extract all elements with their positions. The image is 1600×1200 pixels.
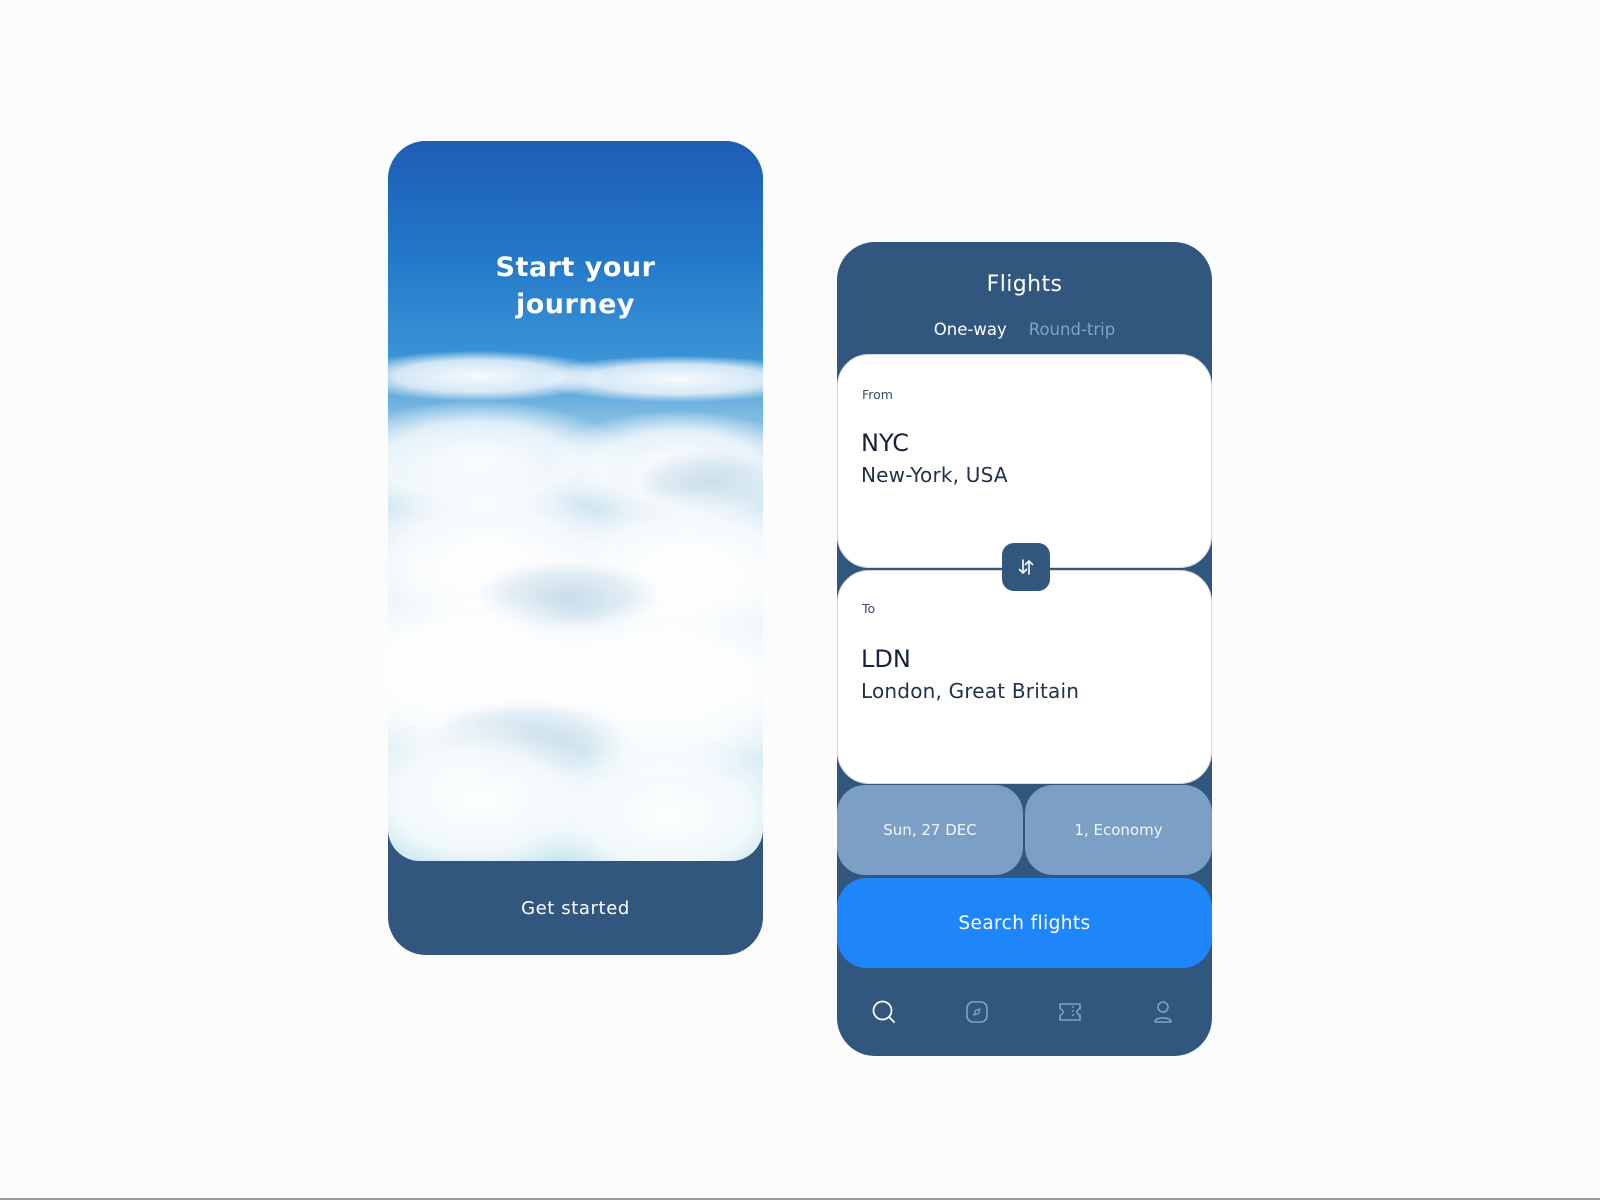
swap-button[interactable] (1002, 543, 1050, 591)
tab-round-trip[interactable]: Round-trip (1029, 320, 1115, 339)
to-city: London, Great Britain (861, 679, 1080, 703)
onboarding-title: Start your journey (388, 249, 763, 323)
to-card[interactable]: To LDN London, Great Britain (837, 570, 1212, 784)
onboarding-screen: Start your journey Get started (388, 141, 763, 955)
swap-arrows-icon (1018, 559, 1034, 575)
explore-icon (966, 1001, 988, 1023)
from-label: From (862, 387, 893, 402)
nav-profile[interactable] (1143, 992, 1183, 1032)
ticket-icon (1059, 1003, 1081, 1021)
search-icon (872, 1000, 895, 1023)
sky-clouds-image: Start your journey (388, 141, 763, 861)
bottom-nav (837, 968, 1212, 1056)
date-selector[interactable]: Sun, 27 DEC (837, 785, 1023, 875)
from-card[interactable]: From NYC New-York, USA (837, 354, 1212, 568)
passengers-class-selector[interactable]: 1, Economy (1025, 785, 1212, 875)
get-started-button[interactable]: Get started (388, 861, 763, 955)
page-title: Flights (986, 272, 1063, 297)
nav-search[interactable] (864, 992, 904, 1032)
trip-type-tabs: One-way Round-trip (837, 320, 1212, 339)
onboarding-title-line1: Start your (495, 252, 656, 283)
profile-icon (1154, 1001, 1172, 1023)
to-label: To (862, 601, 876, 616)
flights-screen: Flights One-way Round-trip From NYC New-… (837, 242, 1212, 1056)
from-airport-code: NYC (861, 429, 910, 457)
to-airport-code: LDN (861, 645, 911, 673)
onboarding-title-line2: journey (516, 289, 635, 320)
tab-one-way[interactable]: One-way (934, 320, 1007, 339)
from-city: New-York, USA (861, 463, 1008, 487)
nav-explore[interactable] (957, 992, 997, 1032)
search-flights-button[interactable]: Search flights (837, 878, 1212, 968)
nav-tickets[interactable] (1050, 992, 1090, 1032)
